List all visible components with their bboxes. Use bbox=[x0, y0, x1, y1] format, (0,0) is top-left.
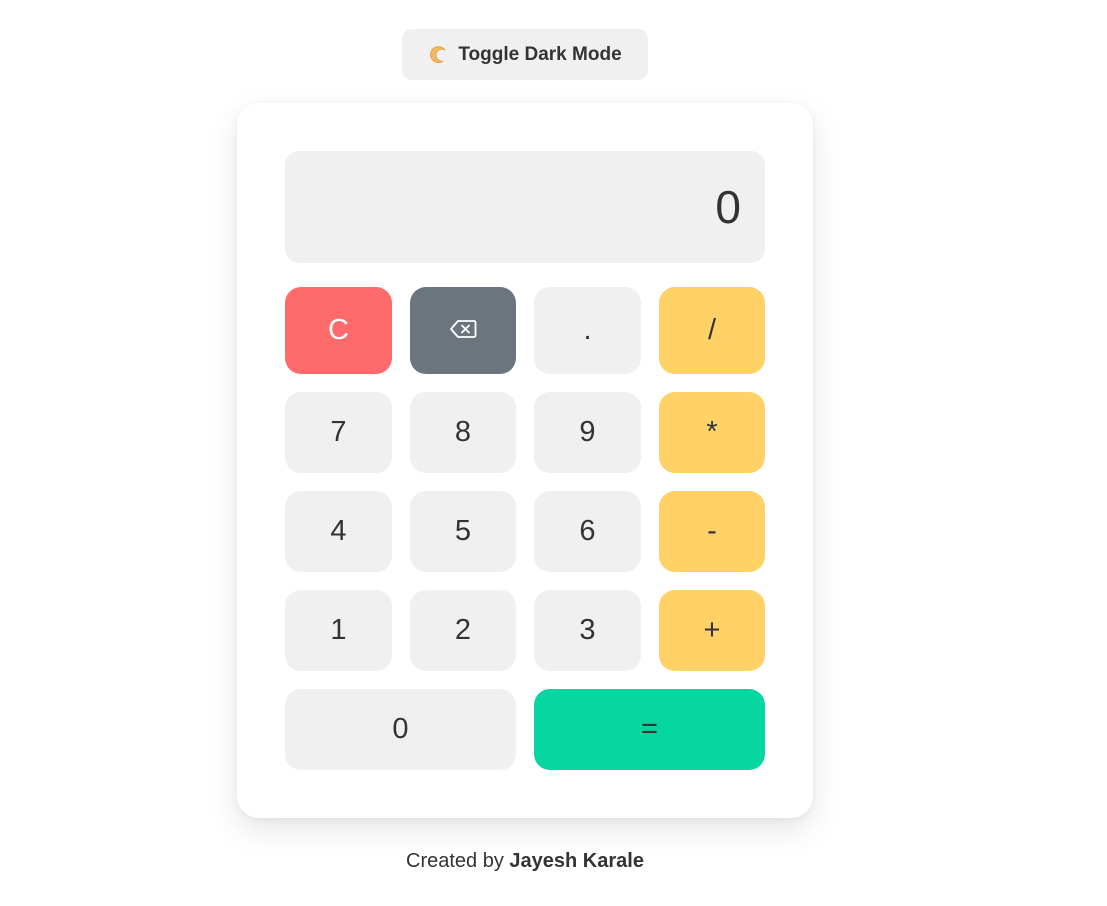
digit-5-button[interactable]: 5 bbox=[410, 491, 516, 572]
digit-2-button[interactable]: 2 bbox=[410, 590, 516, 671]
toggle-dark-mode-label: Toggle Dark Mode bbox=[458, 43, 622, 65]
page: Toggle Dark Mode 0 C . / 7 8 9 * 4 5 6 -… bbox=[0, 0, 1107, 906]
digit-9-button[interactable]: 9 bbox=[534, 392, 641, 473]
footer-credit: Created by Jayesh Karale bbox=[0, 850, 1050, 873]
toggle-dark-mode-button[interactable]: Toggle Dark Mode bbox=[402, 29, 648, 80]
digit-8-button[interactable]: 8 bbox=[410, 392, 516, 473]
calculator-display: 0 bbox=[285, 151, 765, 263]
clear-button[interactable]: C bbox=[285, 287, 392, 374]
multiply-button[interactable]: * bbox=[659, 392, 765, 473]
backspace-icon bbox=[449, 314, 477, 347]
crescent-moon-icon bbox=[428, 45, 448, 65]
digit-3-button[interactable]: 3 bbox=[534, 590, 641, 671]
equals-button[interactable]: = bbox=[534, 689, 765, 770]
digit-6-button[interactable]: 6 bbox=[534, 491, 641, 572]
divide-button[interactable]: / bbox=[659, 287, 765, 374]
backspace-button[interactable] bbox=[410, 287, 516, 374]
footer-author: Jayesh Karale bbox=[509, 850, 644, 872]
digit-0-button[interactable]: 0 bbox=[285, 689, 516, 770]
decimal-button[interactable]: . bbox=[534, 287, 641, 374]
digit-7-button[interactable]: 7 bbox=[285, 392, 392, 473]
add-button[interactable]: + bbox=[659, 590, 765, 671]
subtract-button[interactable]: - bbox=[659, 491, 765, 572]
calculator: 0 C . / 7 8 9 * 4 5 6 - 1 2 3 + 0 = bbox=[237, 103, 813, 818]
footer-prefix: Created by bbox=[406, 850, 504, 872]
digit-1-button[interactable]: 1 bbox=[285, 590, 392, 671]
digit-4-button[interactable]: 4 bbox=[285, 491, 392, 572]
